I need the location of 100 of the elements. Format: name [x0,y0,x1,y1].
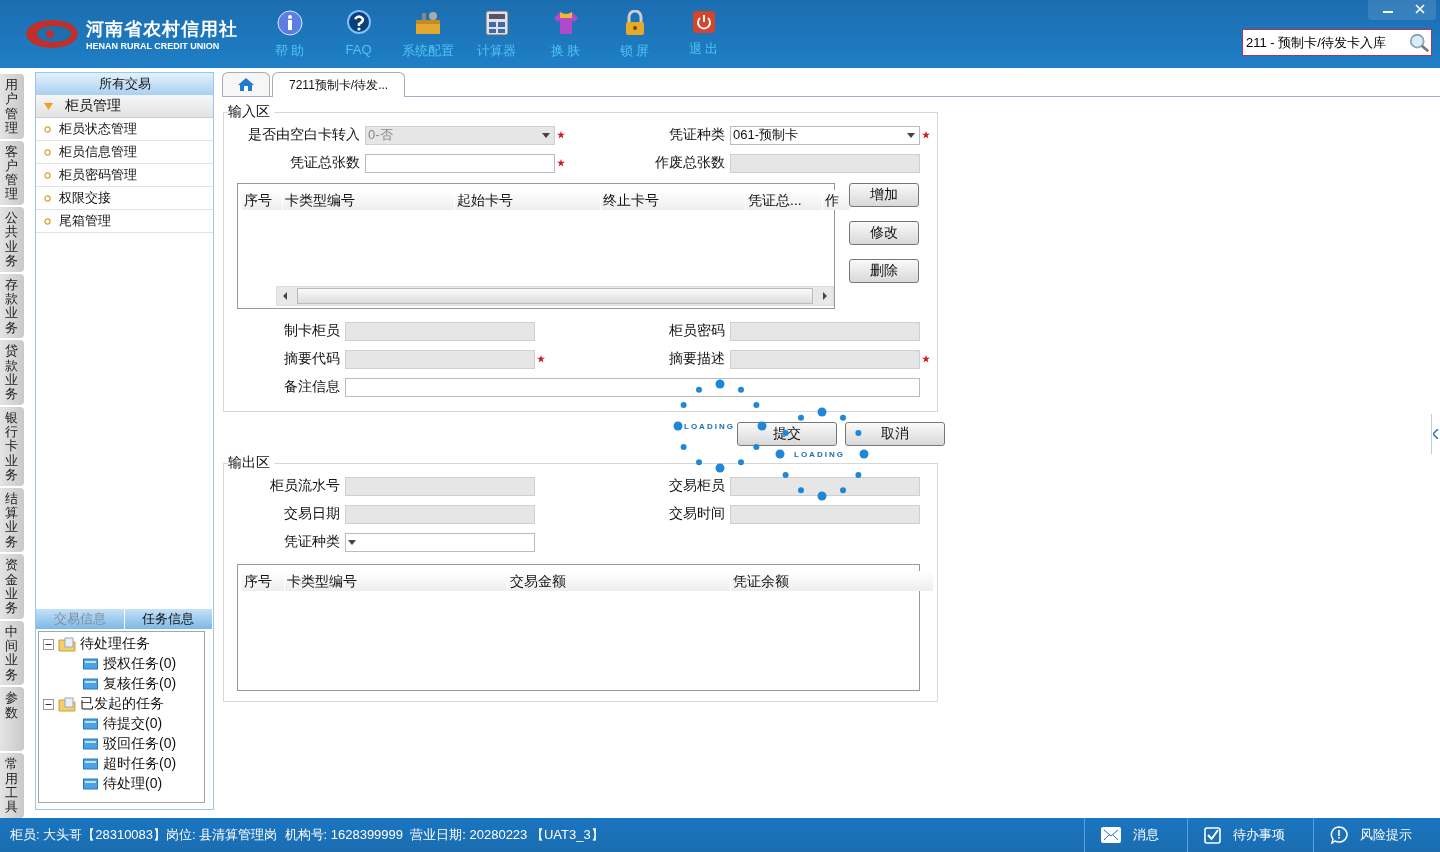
field-label: 交易日期 [283,505,341,523]
tree-node[interactable]: 超时任务(0) [103,755,177,773]
close-icon[interactable] [1414,3,1426,15]
vertical-tab[interactable]: 客户管理 [0,140,24,206]
field-label: 是否由空白卡转入 [247,126,361,144]
caret-icon [542,132,550,138]
vertical-tab[interactable]: 银行卡业务 [0,406,24,486]
tree-node[interactable]: 待提交(0) [103,715,163,733]
field-label: 制卡柜员 [283,322,341,340]
panel-tab[interactable]: 任务信息 [124,609,213,629]
field-label: 交易柜员 [668,477,726,495]
folder-icon [58,636,76,652]
logo-title: 河南省农村信用社 [86,17,238,41]
column-header: 凭证总... [746,190,823,210]
loading-label: LOADING [684,422,735,431]
field-label: 凭证种类 [283,533,341,551]
dropdown[interactable]: 061-预制卡 [730,125,920,145]
menu-item[interactable]: 柜员密码管理 [59,166,137,184]
menu-item[interactable]: 权限交接 [59,189,111,207]
table-button[interactable]: 增加 [849,183,919,207]
vertical-tab[interactable]: 中间业务 [0,620,24,686]
vertical-tab[interactable]: 贷款业务 [0,340,24,405]
column-header: 终止卡号 [601,190,746,210]
envelope-icon [1101,827,1121,843]
calculator-icon[interactable] [484,10,509,36]
bullet-icon [44,125,51,133]
field-label: 摘要代码 [283,350,341,368]
table-button[interactable]: 修改 [849,221,919,245]
folder-icon [83,778,98,790]
input-field[interactable] [345,377,920,397]
column-header: 起始卡号 [455,190,601,210]
status-button[interactable]: 消息 [1084,818,1187,852]
collapse-icon[interactable] [43,698,54,710]
tree-node[interactable]: 待处理(0) [103,775,163,793]
checkbox-icon [1204,826,1221,844]
caret-icon [348,539,356,545]
toolbox-icon[interactable] [413,10,442,36]
help-icon[interactable] [345,10,372,36]
field-label: 备注信息 [283,378,341,396]
tree-node[interactable]: 驳回任务(0) [103,735,177,753]
loading-label: LOADING [794,450,845,459]
right-arrow-icon[interactable] [821,292,829,300]
vertical-tab[interactable]: 存款业务 [0,273,24,339]
section-title: 输出区 [228,454,271,472]
tree-node[interactable]: 授权任务(0) [103,655,177,673]
folder-icon [83,678,98,690]
vertical-tab[interactable]: 资金业务 [0,554,24,619]
bullet-icon [44,148,51,156]
dropdown[interactable] [345,532,535,552]
field-label: 交易时间 [668,505,726,523]
column-header: 凭证余额 [731,571,934,591]
field-label: 凭证种类 [668,126,726,144]
scrollbar[interactable] [276,286,834,306]
field-label: 柜员密码 [668,322,726,340]
tree-node[interactable]: 待处理任务 [80,635,150,653]
power-icon[interactable] [691,10,716,34]
panel-header: 所有交易 [36,73,213,95]
home-tab[interactable] [222,72,270,96]
page-tab[interactable]: 7211预制卡/待发... [272,72,406,97]
collapse-icon[interactable] [43,638,54,650]
vertical-tab[interactable]: 参数 [0,687,24,752]
menu-group[interactable]: 柜员管理 [36,95,213,118]
search-icon[interactable] [1409,31,1431,54]
bullet-icon [44,171,51,179]
table-button[interactable]: 删除 [849,259,919,283]
column-header: 交易金额 [508,571,731,591]
folder-icon [83,658,98,670]
status-text: 柜员: 大头哥【28310083】岗位: 县清算管理岗 机构号: 1628399999 营业日期: 20280223 【UAT3_3】 [9,826,605,844]
left-arrow-icon[interactable] [281,292,289,300]
menu-item[interactable]: 尾箱管理 [59,212,111,230]
vertical-tab[interactable]: 公共业务 [0,207,24,272]
speech-bubble-icon [1330,826,1348,844]
field-label: 柜员流水号 [269,477,341,495]
caret-icon [44,102,53,110]
search-field[interactable]: 211 - 预制卡/待发卡入库 [1242,29,1432,56]
action-button[interactable]: 提交 [737,422,837,446]
column-header: 作 [823,190,850,210]
menu-item[interactable]: 柜员状态管理 [59,120,137,138]
section-title: 输入区 [228,103,271,121]
action-button[interactable]: 取消 [845,422,945,446]
status-button[interactable]: 待办事项 [1187,818,1313,852]
logo-subtitle: HENAN RURAL CREDIT UNION [86,40,221,52]
folder-icon [58,696,76,712]
collapse-handle[interactable] [1431,414,1440,454]
folder-icon [83,718,98,730]
folder-icon [83,738,98,750]
field-label: 凭证总张数 [289,154,361,172]
status-button[interactable]: 风险提示 [1313,818,1440,852]
vertical-tab[interactable]: 用户管理 [0,74,24,139]
field-label: 摘要描述 [668,350,726,368]
column-header: 序号 [242,571,285,591]
tree-node[interactable]: 复核任务(0) [103,675,177,693]
caret-icon [907,132,915,138]
info-icon[interactable] [276,10,303,36]
tree-node[interactable]: 已发起的任务 [80,695,164,713]
input-field[interactable] [365,153,555,173]
vertical-tab[interactable]: 结算业务 [0,487,24,553]
column-header: 卡类型编号 [283,190,455,210]
menu-item[interactable]: 柜员信息管理 [59,143,137,161]
vertical-tab[interactable]: 常用工具 [0,753,24,818]
